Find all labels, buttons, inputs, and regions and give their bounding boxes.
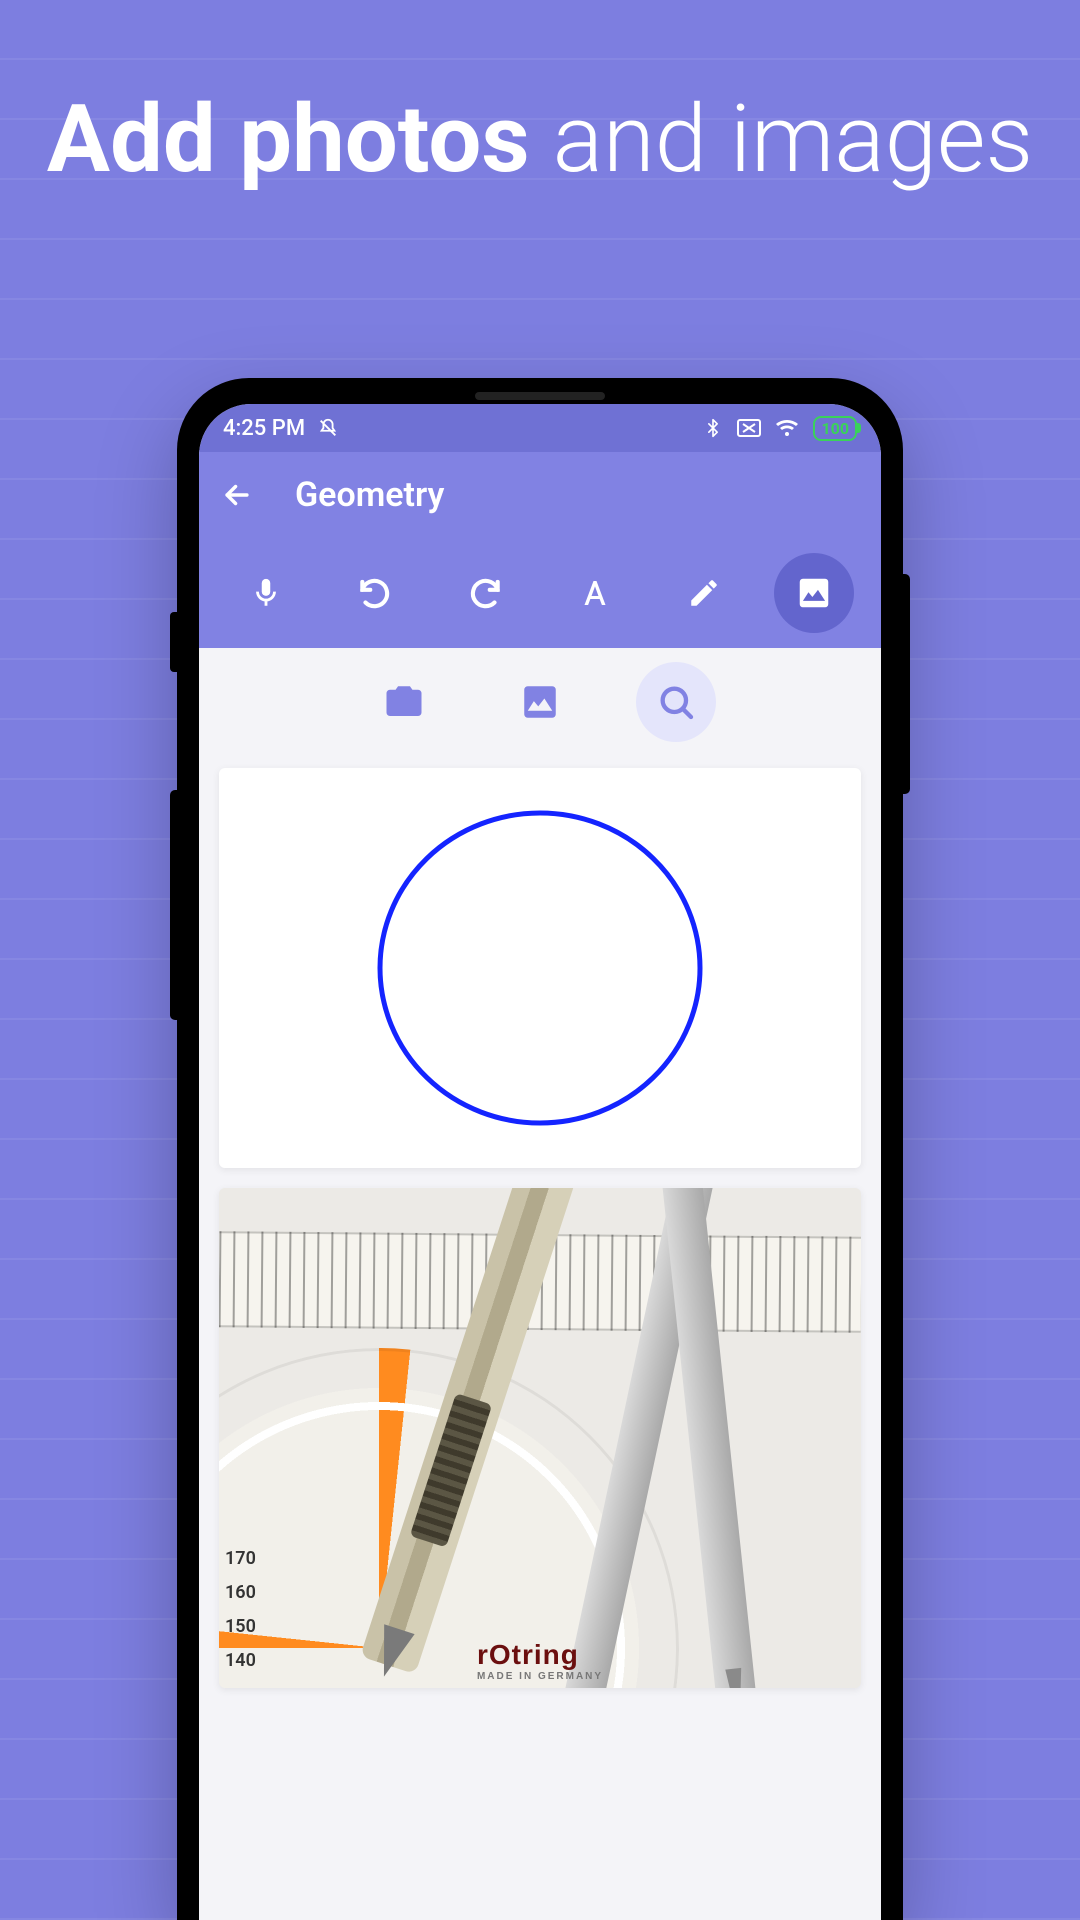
page-title: Geometry bbox=[295, 475, 444, 515]
insert-image-button[interactable] bbox=[774, 553, 854, 633]
gallery-button[interactable] bbox=[500, 662, 580, 742]
protractor-degree-labels: 170 160 150 140 bbox=[225, 1542, 256, 1678]
phone-frame: 4:25 PM bbox=[177, 378, 903, 1920]
mic-button[interactable] bbox=[226, 553, 306, 633]
battery-indicator: 100 bbox=[813, 416, 857, 441]
undo-button[interactable] bbox=[335, 553, 415, 633]
status-time: 4:25 PM bbox=[223, 416, 305, 441]
app-bar: Geometry bbox=[199, 452, 881, 538]
circle-shape bbox=[380, 813, 700, 1123]
draw-button[interactable] bbox=[664, 553, 744, 633]
image-card-photo[interactable]: 170 160 150 140 rOtring MADE IN GERMANY bbox=[219, 1188, 861, 1688]
camera-button[interactable] bbox=[364, 662, 444, 742]
promo-headline: Add photos and images bbox=[0, 88, 1080, 191]
image-source-bar bbox=[199, 648, 881, 756]
text-style-button[interactable] bbox=[555, 553, 635, 633]
image-card-circle[interactable] bbox=[219, 768, 861, 1168]
cast-icon bbox=[737, 419, 761, 437]
editor-toolbar bbox=[199, 538, 881, 648]
photo-geometry-tools: 170 160 150 140 rOtring MADE IN GERMANY bbox=[219, 1188, 861, 1688]
redo-button[interactable] bbox=[445, 553, 525, 633]
brand-label: rOtring MADE IN GERMANY bbox=[477, 1639, 603, 1682]
wifi-icon bbox=[775, 418, 799, 438]
circle-drawing bbox=[370, 798, 710, 1138]
phone-screen: 4:25 PM bbox=[199, 404, 881, 1920]
note-content[interactable]: 170 160 150 140 rOtring MADE IN GERMANY bbox=[199, 756, 881, 1920]
search-image-button[interactable] bbox=[636, 662, 716, 742]
do-not-disturb-icon bbox=[317, 417, 339, 439]
back-button[interactable] bbox=[215, 473, 259, 517]
battery-percent: 100 bbox=[821, 419, 849, 438]
bluetooth-icon bbox=[703, 418, 723, 438]
promo-headline-rest: and images bbox=[530, 84, 1033, 194]
status-bar: 4:25 PM bbox=[199, 404, 881, 452]
promo-headline-bold: Add photos bbox=[47, 84, 530, 194]
